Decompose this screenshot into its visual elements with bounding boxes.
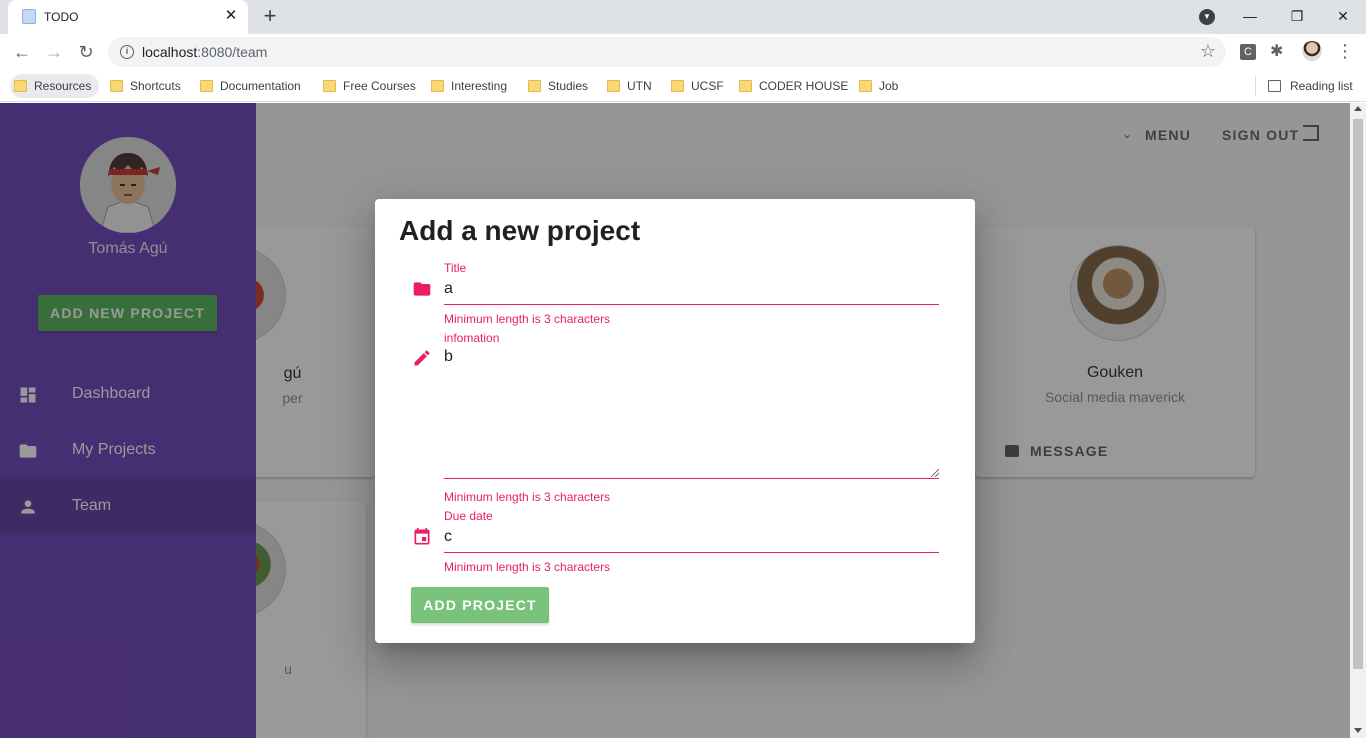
folder-icon	[14, 80, 27, 92]
folder-icon	[671, 80, 684, 92]
page-scrollbar[interactable]	[1350, 103, 1366, 738]
calendar-icon	[414, 527, 430, 545]
bookmark-label: Documentation	[220, 79, 301, 93]
bookmark-job[interactable]: Job	[855, 74, 898, 98]
bookmarks-divider	[1255, 76, 1256, 96]
bookmark-interesting[interactable]: Interesting	[427, 74, 507, 98]
bookmarks-bar: Resources Shortcuts Documentation Free C…	[0, 70, 1366, 102]
title-field-label: Title	[444, 261, 467, 275]
extensions-puzzle-icon[interactable]: ✱	[1270, 41, 1283, 61]
due-date-input[interactable]: c	[444, 528, 452, 546]
navigation-drawer: Tomás Agú ADD NEW PROJECT Dashboard My P…	[0, 103, 256, 738]
reading-list-button[interactable]: Reading list	[1268, 74, 1353, 98]
folder-icon	[739, 80, 752, 92]
forward-icon[interactable]: →	[42, 40, 66, 64]
bookmark-label: Studies	[548, 79, 589, 93]
scroll-down-icon[interactable]	[1354, 728, 1362, 733]
tab-close-icon[interactable]: ✕	[222, 7, 240, 25]
browser-tab[interactable]: TODO ✕	[8, 0, 248, 34]
title-error-message: Minimum length is 3 characters	[444, 312, 611, 326]
folder-icon	[431, 80, 444, 92]
restore-icon[interactable]: ❐	[1287, 6, 1307, 26]
site-info-icon[interactable]: i	[120, 45, 134, 59]
browser-menu-icon[interactable]: ⋮	[1336, 40, 1354, 62]
new-tab-button[interactable]: +	[258, 5, 282, 29]
information-field-label: infomation	[444, 331, 500, 345]
bookmark-label: Job	[879, 79, 899, 93]
folder-icon	[110, 80, 123, 92]
browser-toolbar: ← → ↻ i localhost:8080/team ☆ C ✱ ⋮	[0, 34, 1366, 70]
bookmark-label: Free Courses	[343, 79, 416, 93]
bookmark-studies[interactable]: Studies	[524, 74, 588, 98]
folder-icon	[859, 80, 872, 92]
due-date-field-underline	[444, 552, 939, 553]
tab-search-icon[interactable]: ▼	[1199, 9, 1215, 25]
url-host: localhost	[142, 44, 198, 60]
page-viewport: ⌄ MENU SIGN OUT gú per Gouken Social med…	[0, 103, 1366, 738]
scroll-up-icon[interactable]	[1354, 106, 1362, 111]
information-textarea[interactable]: b	[444, 345, 939, 479]
due-date-error-message: Minimum length is 3 characters	[444, 560, 611, 574]
extension-c-icon[interactable]: C	[1240, 44, 1256, 60]
bookmark-star-icon[interactable]: ☆	[1200, 41, 1216, 62]
scrollbar-thumb[interactable]	[1353, 119, 1363, 669]
bookmark-shortcuts[interactable]: Shortcuts	[106, 74, 181, 98]
pencil-icon	[414, 350, 430, 366]
title-input[interactable]: a	[444, 280, 453, 298]
information-value: b	[444, 348, 453, 365]
back-icon[interactable]: ←	[10, 40, 34, 64]
tab-title: TODO	[44, 10, 79, 24]
information-error-message: Minimum length is 3 characters	[444, 490, 611, 504]
folder-icon	[323, 80, 336, 92]
due-date-field-label: Due date	[444, 509, 493, 523]
profile-avatar[interactable]	[1302, 41, 1322, 61]
bookmark-label: CODER HOUSE	[759, 79, 849, 93]
folder-icon	[200, 80, 213, 92]
bookmark-label: Shortcuts	[130, 79, 181, 93]
title-field-underline	[444, 304, 939, 305]
folder-icon	[607, 80, 620, 92]
add-project-dialog: Add a new project Title a Minimum length…	[375, 199, 975, 643]
bookmark-label: Resources	[34, 79, 92, 93]
reading-list-icon	[1268, 80, 1281, 92]
bookmark-coder-house[interactable]: CODER HOUSE	[735, 74, 848, 98]
bookmark-utn[interactable]: UTN	[603, 74, 652, 98]
address-url[interactable]: localhost:8080/team	[142, 44, 267, 60]
folder-icon	[528, 80, 541, 92]
window-close-icon[interactable]: ✕	[1333, 6, 1353, 26]
reading-list-label: Reading list	[1290, 79, 1353, 93]
tab-favicon-icon	[22, 9, 36, 24]
bookmark-free-courses[interactable]: Free Courses	[319, 74, 416, 98]
browser-tab-strip: TODO ✕ + ▼ — ❐ ✕	[0, 0, 1366, 34]
bookmark-documentation[interactable]: Documentation	[196, 74, 301, 98]
resize-handle[interactable]	[931, 469, 939, 477]
reload-icon[interactable]: ↻	[74, 40, 98, 64]
bookmark-resources[interactable]: Resources	[10, 74, 100, 98]
url-path: :8080/team	[197, 44, 268, 60]
drawer-overlay	[0, 103, 256, 738]
minimize-icon[interactable]: —	[1240, 6, 1260, 26]
add-project-button[interactable]: ADD PROJECT	[411, 587, 549, 623]
bookmark-label: Interesting	[451, 79, 508, 93]
bookmark-label: UCSF	[691, 79, 724, 93]
folder-icon	[413, 282, 431, 296]
bookmark-ucsf[interactable]: UCSF	[667, 74, 724, 98]
address-bar[interactable]: i localhost:8080/team ☆	[108, 37, 1226, 67]
dialog-title: Add a new project	[399, 215, 641, 246]
bookmark-label: UTN	[627, 79, 652, 93]
